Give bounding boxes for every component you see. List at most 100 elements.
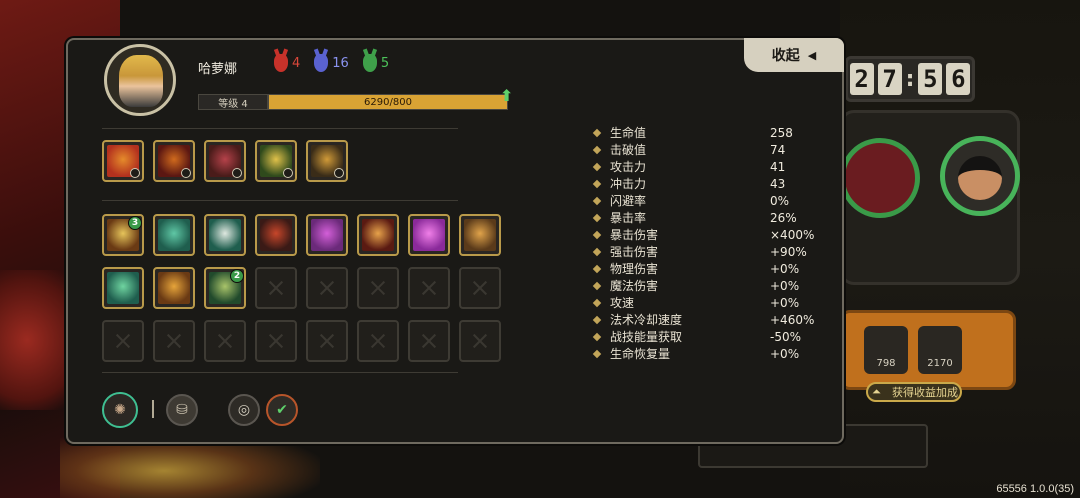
attribute-value: +0%	[770, 295, 800, 310]
skill-icon[interactable]: 3	[102, 214, 144, 256]
diamond-bullet-icon	[592, 196, 602, 205]
skill-icon[interactable]	[357, 214, 399, 256]
empty-skill-slot[interactable]	[408, 320, 450, 362]
hero-avatar[interactable]	[104, 44, 176, 116]
reward-item[interactable]: 2170	[918, 326, 962, 374]
rune-icon-button[interactable]: ◎	[228, 394, 260, 426]
skill-art	[413, 219, 445, 251]
skill-icon[interactable]	[408, 214, 450, 256]
reward-item[interactable]: 798	[864, 326, 908, 374]
attribute-name: 战技能量获取	[610, 330, 683, 344]
check-icon-button[interactable]: ✔	[266, 394, 298, 426]
attribute-row: 生命恢复量 +0%	[592, 345, 834, 362]
collapse-button[interactable]: 收起 ◀	[744, 38, 844, 72]
equipped-skill-icon[interactable]	[306, 140, 348, 182]
attribute-value: 74	[770, 142, 786, 157]
skill-art	[464, 219, 496, 251]
equipped-skill-icon[interactable]	[255, 140, 297, 182]
teammate-face-icon	[958, 156, 1002, 200]
skill-icon[interactable]: 2	[204, 267, 246, 309]
red-mask-icon	[274, 54, 288, 72]
diamond-bullet-icon	[592, 264, 602, 273]
attribute-value: +90%	[770, 244, 807, 259]
teammate-portrait[interactable]	[840, 138, 920, 218]
diamond-bullet-icon	[592, 298, 602, 307]
hero-name: 哈萝娜	[198, 62, 238, 77]
diamond-bullet-icon	[592, 315, 602, 324]
empty-skill-slot[interactable]	[153, 320, 195, 362]
attribute-row: 闪避率 0%	[592, 192, 834, 209]
skill-art	[158, 219, 190, 251]
diamond-bullet-icon	[592, 281, 602, 290]
empty-skill-slot[interactable]	[357, 267, 399, 309]
empty-skill-slot[interactable]	[459, 267, 501, 309]
attribute-name: 物理伤害	[610, 262, 659, 276]
experience-text: 6290/800	[364, 96, 412, 108]
hero-stat-counters: 4 16 5	[274, 54, 389, 72]
attribute-row: 物理伤害 +0%	[592, 260, 834, 277]
character-info-panel: 收起 ◀ 哈萝娜 4 16 5 等级 4 6290/800 ⬆ 3 2 生命值 25…	[66, 38, 844, 444]
attribute-name: 生命恢复量	[610, 347, 671, 361]
empty-skill-slot[interactable]	[306, 267, 348, 309]
attribute-value: 43	[770, 176, 786, 191]
reward-item-value: 2170	[927, 358, 953, 369]
diamond-bullet-icon	[592, 247, 602, 256]
empty-skill-slot[interactable]	[459, 320, 501, 362]
attribute-name: 暴击率	[610, 211, 647, 225]
diamond-bullet-icon	[592, 213, 602, 222]
timer-digit: 5	[918, 63, 943, 95]
timer-digit: 6	[946, 63, 971, 95]
bonus-button[interactable]: ⏶ 获得收益加成	[866, 382, 962, 402]
attribute-name: 法术冷却速度	[610, 313, 683, 327]
skill-level-badge: 3	[128, 216, 142, 230]
attribute-row: 生命值 258	[592, 124, 834, 141]
empty-skill-slot[interactable]	[408, 267, 450, 309]
bag-icon-button[interactable]: ⛁	[166, 394, 198, 426]
empty-skill-slot[interactable]	[204, 320, 246, 362]
equipped-skill-icon[interactable]	[153, 140, 195, 182]
diamond-bullet-icon	[592, 128, 602, 137]
divider	[102, 372, 458, 373]
attribute-value: 41	[770, 159, 786, 174]
attribute-value: +460%	[770, 312, 815, 327]
rune-slot-icon	[181, 168, 191, 178]
skill-icon[interactable]	[153, 214, 195, 256]
hero-portrait-art	[119, 55, 163, 107]
red-mask-counter: 4	[274, 54, 300, 72]
attribute-name: 生命值	[610, 126, 647, 140]
attribute-row: 魔法伤害 +0%	[592, 277, 834, 294]
diamond-bullet-icon	[592, 179, 602, 188]
empty-skill-slot[interactable]	[255, 320, 297, 362]
diamond-bullet-icon	[592, 332, 602, 341]
empty-skill-slot[interactable]	[306, 320, 348, 362]
level-label: 等级 4	[198, 94, 268, 110]
attribute-name: 攻速	[610, 296, 635, 310]
skill-icon[interactable]	[153, 267, 195, 309]
skill-icon[interactable]	[306, 214, 348, 256]
filter-all-button[interactable]: ✺	[102, 392, 138, 428]
skill-icon[interactable]	[204, 214, 246, 256]
level-up-arrow-icon[interactable]: ⬆	[500, 86, 514, 106]
blue-mask-counter: 16	[314, 54, 349, 72]
empty-skill-slot[interactable]	[102, 320, 144, 362]
diamond-bullet-icon	[592, 145, 602, 154]
attribute-row: 强击伤害 +90%	[592, 243, 834, 260]
diamond-bullet-icon	[592, 162, 602, 171]
equipped-skill-icon[interactable]	[204, 140, 246, 182]
control-separator	[152, 400, 154, 418]
attribute-row: 法术冷却速度 +460%	[592, 311, 834, 328]
skill-level-badge: 2	[230, 269, 244, 283]
attribute-list: 生命值 258 击破值 74 攻击力 41 冲击力 43 闪避率 0% 暴击率 26% 暴击伤害 ×400…	[592, 124, 834, 362]
rune-slot-icon	[232, 168, 242, 178]
blue-mask-icon	[314, 54, 329, 72]
version-text: 65556 1.0.0(35)	[996, 483, 1074, 495]
skill-icon[interactable]	[459, 214, 501, 256]
empty-skill-slot[interactable]	[255, 267, 297, 309]
equipped-skill-icon[interactable]	[102, 140, 144, 182]
collapse-label: 收起	[771, 48, 800, 64]
attribute-row: 暴击伤害 ×400%	[592, 226, 834, 243]
attribute-value: 0%	[770, 193, 790, 208]
skill-icon[interactable]	[255, 214, 297, 256]
empty-skill-slot[interactable]	[357, 320, 399, 362]
skill-icon[interactable]	[102, 267, 144, 309]
